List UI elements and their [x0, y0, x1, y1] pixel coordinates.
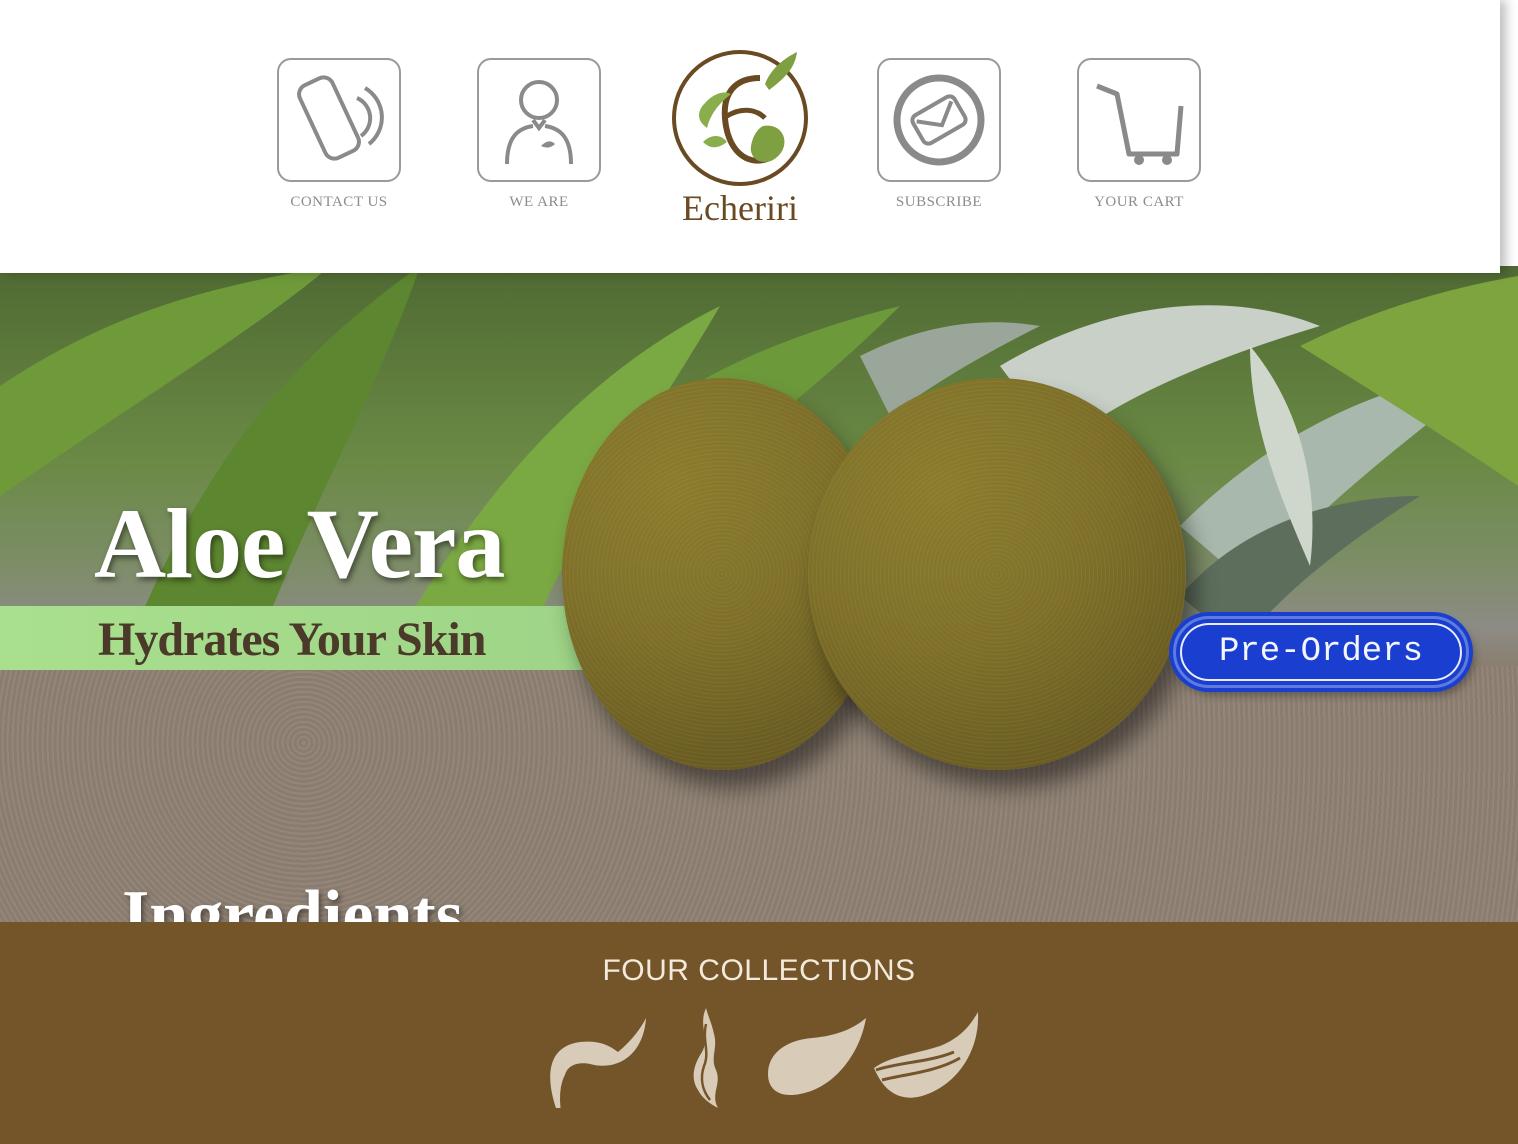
- pre-orders-label: Pre-Orders: [1218, 633, 1424, 671]
- wave-leaf-icon[interactable]: [870, 1012, 980, 1104]
- hero-subtitle: Hydrates Your Skin: [98, 613, 486, 666]
- nav-subscribe-label: SUBSCRIBE: [895, 194, 983, 210]
- person-icon[interactable]: [477, 58, 601, 182]
- collections-title: FOUR COLLECTIONS: [602, 954, 916, 987]
- nav-subscribe[interactable]: SUBSCRIBE: [877, 58, 1001, 211]
- nav-your-cart[interactable]: YOUR CART: [1077, 58, 1201, 211]
- nav-contact-us[interactable]: CONTACT US: [277, 58, 401, 211]
- logo-wordmark: Echeriri: [682, 188, 798, 228]
- ingredients-heading: Ingredients: [122, 877, 463, 922]
- nav-contact-us-label: CONTACT US: [290, 194, 388, 210]
- site-header: CONTACT US WE ARE Echeriri SUBSCRIBE YOU…: [0, 0, 1500, 273]
- nav-we-are-label: WE ARE: [509, 194, 569, 210]
- drop-leaf-icon[interactable]: [764, 1018, 868, 1098]
- nav-your-cart-label: YOUR CART: [1094, 194, 1184, 210]
- phone-icon[interactable]: [277, 58, 401, 182]
- collection-icons: [540, 1008, 980, 1122]
- logo-emblem-icon: [672, 50, 808, 186]
- leaf-icon[interactable]: [540, 1012, 650, 1112]
- collections-bar: FOUR COLLECTIONS: [0, 922, 1518, 1144]
- brand-logo[interactable]: Echeriri: [660, 38, 820, 229]
- cart-icon[interactable]: [1077, 58, 1201, 182]
- envelope-icon[interactable]: [877, 58, 1001, 182]
- soap-bar-image: [808, 378, 1186, 770]
- pre-orders-button[interactable]: Pre-Orders: [1173, 616, 1469, 688]
- nav-we-are[interactable]: WE ARE: [477, 58, 601, 211]
- hero-title: Aloe Vera: [94, 488, 505, 599]
- flame-leaf-icon[interactable]: [680, 1004, 730, 1112]
- hero-banner: Aloe Vera Hydrates Your Skin Pre-Orders …: [0, 266, 1518, 922]
